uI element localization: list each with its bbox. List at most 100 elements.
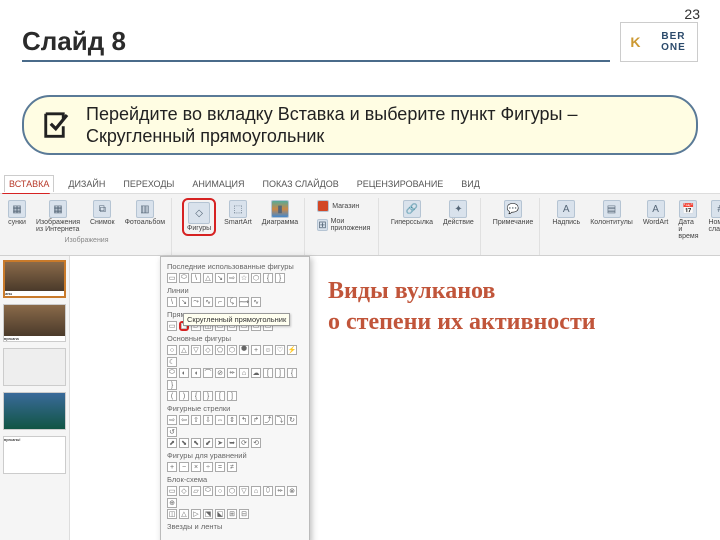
shape-item[interactable]: ↰ xyxy=(239,415,249,425)
shape-item[interactable]: ⊘ xyxy=(215,368,225,378)
shape-item[interactable]: ∿ xyxy=(251,297,261,307)
shape-item[interactable]: ÷ xyxy=(203,462,213,472)
shape-item[interactable]: ⤵ xyxy=(275,415,285,425)
shape-item[interactable]: ⬭ xyxy=(167,368,177,378)
shape-item[interactable]: △ xyxy=(179,509,189,519)
shape-item[interactable]: ▭ xyxy=(167,273,177,283)
shape-item[interactable]: ⬠ xyxy=(215,345,225,355)
wordart-button[interactable]: AWordArt xyxy=(641,198,671,228)
shape-item[interactable]: ▱ xyxy=(191,486,201,496)
shape-item[interactable]: ⬕ xyxy=(215,509,225,519)
store-button[interactable]: Магазин xyxy=(315,198,361,214)
shape-item[interactable]: ) xyxy=(179,391,189,401)
tab-view[interactable]: ВИД xyxy=(457,176,484,192)
shape-item[interactable]: ⊗ xyxy=(287,486,297,496)
shape-item[interactable]: [ xyxy=(215,391,225,401)
shape-item[interactable]: ▷ xyxy=(191,509,201,519)
shape-item[interactable]: ( xyxy=(167,391,177,401)
shape-item[interactable]: ↻ xyxy=(287,415,297,425)
shape-item[interactable]: [ xyxy=(263,368,273,378)
header-footer-button[interactable]: ▤Колонтитулы xyxy=(588,198,635,228)
textbox-button[interactable]: AНадпись xyxy=(550,198,582,228)
shape-item[interactable]: ↱ xyxy=(251,415,261,425)
action-button[interactable]: ✦Действие xyxy=(441,198,476,228)
shape-item[interactable]: ] xyxy=(275,368,285,378)
shape-item[interactable]: ☆ xyxy=(239,273,249,283)
datetime-button[interactable]: 📅Дата и время xyxy=(676,198,700,242)
shape-item[interactable]: △ xyxy=(203,273,213,283)
shape-item[interactable]: ☾ xyxy=(167,357,177,367)
tab-design[interactable]: ДИЗАЙН xyxy=(64,176,109,192)
shape-item[interactable]: + xyxy=(167,462,177,472)
shape-item[interactable]: \ xyxy=(167,297,177,307)
shape-item[interactable]: ○ xyxy=(167,345,177,355)
thumbnail-3[interactable] xyxy=(3,348,66,386)
shape-item[interactable]: ⬋ xyxy=(203,438,213,448)
comment-button[interactable]: 💬Примечание xyxy=(491,198,536,228)
shape-item[interactable]: ⬡ xyxy=(227,345,237,355)
shape-item[interactable]: ▽ xyxy=(239,486,249,496)
shape-item[interactable]: ↘ xyxy=(179,297,189,307)
shape-item[interactable]: ➤ xyxy=(215,438,225,448)
shape-item[interactable]: ⬉ xyxy=(191,438,201,448)
shape-item[interactable]: ☺ xyxy=(263,345,273,355)
shape-item[interactable]: = xyxy=(215,462,225,472)
pictures-button[interactable]: ▦сунки xyxy=(6,198,28,228)
shape-item[interactable]: } xyxy=(203,391,213,401)
shape-rectangle[interactable]: ▭ xyxy=(167,321,177,331)
shape-item[interactable]: } xyxy=(167,380,177,390)
thumbnail-5[interactable]: вулканы! xyxy=(3,436,66,474)
shapes-button[interactable]: ◇Фигуры xyxy=(182,198,216,236)
shape-item[interactable]: ◐ xyxy=(179,368,189,378)
shape-item[interactable]: ⤹ xyxy=(227,297,237,307)
shape-item[interactable]: ⬭ xyxy=(179,273,189,283)
shape-item[interactable]: ⬔ xyxy=(203,509,213,519)
tab-animation[interactable]: АНИМАЦИЯ xyxy=(188,176,248,192)
shape-item[interactable]: ⚡ xyxy=(287,345,297,355)
shape-item[interactable]: ◫ xyxy=(167,509,177,519)
shape-item[interactable]: { xyxy=(263,273,273,283)
shape-item[interactable]: ] xyxy=(227,391,237,401)
shape-item[interactable]: ⇨ xyxy=(227,273,237,283)
shape-item[interactable]: ⬭ xyxy=(203,486,213,496)
shape-item[interactable]: ⟿ xyxy=(239,297,249,307)
tab-slideshow[interactable]: ПОКАЗ СЛАЙДОВ xyxy=(259,176,343,192)
shape-item[interactable]: ∿ xyxy=(203,297,213,307)
shape-item[interactable]: ⇔ xyxy=(215,415,225,425)
shape-item[interactable]: ◇ xyxy=(203,345,213,355)
shape-item[interactable]: ◇ xyxy=(179,486,189,496)
shape-item[interactable]: ↘ xyxy=(215,273,225,283)
shape-item[interactable]: ▭ xyxy=(167,486,177,496)
shape-item[interactable]: ⌒ xyxy=(203,368,213,378)
shape-item[interactable]: { xyxy=(191,391,201,401)
shape-item[interactable]: ⬰ xyxy=(227,368,237,378)
shape-item[interactable]: ⊕ xyxy=(167,498,177,508)
shape-item[interactable]: ⬈ xyxy=(167,438,177,448)
shape-item[interactable]: } xyxy=(275,273,285,283)
shape-item[interactable]: ☁ xyxy=(251,368,261,378)
shape-item[interactable]: ↺ xyxy=(167,427,177,437)
thumbnail-2[interactable]: вулкана xyxy=(3,304,66,342)
screenshot-button[interactable]: ⧉Снимок xyxy=(88,198,117,228)
shape-item[interactable]: ♡ xyxy=(275,345,285,355)
shape-item[interactable]: ⤴ xyxy=(263,415,273,425)
hyperlink-button[interactable]: 🔗Гиперссылка xyxy=(389,198,435,228)
shape-item[interactable]: × xyxy=(191,462,201,472)
shape-item[interactable]: ⊟ xyxy=(239,509,249,519)
shape-item[interactable]: △ xyxy=(179,345,189,355)
shape-item[interactable]: ⇕ xyxy=(227,415,237,425)
shape-item[interactable]: ⊞ xyxy=(227,509,237,519)
shape-item[interactable]: ⤳ xyxy=(191,297,201,307)
thumbnail-4[interactable] xyxy=(3,392,66,430)
tab-insert[interactable]: ВСТАВКА xyxy=(4,175,54,192)
online-pictures-button[interactable]: ▦Изображения из Интернета xyxy=(34,198,82,235)
shape-item[interactable]: ○ xyxy=(215,486,225,496)
shape-item[interactable]: ⌐ xyxy=(215,297,225,307)
shape-item[interactable]: ⬡ xyxy=(227,486,237,496)
chart-button[interactable]: ▮Диаграмма xyxy=(260,198,300,228)
my-apps-button[interactable]: ⊞Мои приложения xyxy=(315,216,374,234)
shape-item[interactable]: + xyxy=(251,345,261,355)
shape-item[interactable]: ⟳ xyxy=(239,438,249,448)
shape-item[interactable]: ⇩ xyxy=(203,415,213,425)
shape-item[interactable]: ⬡ xyxy=(251,273,261,283)
